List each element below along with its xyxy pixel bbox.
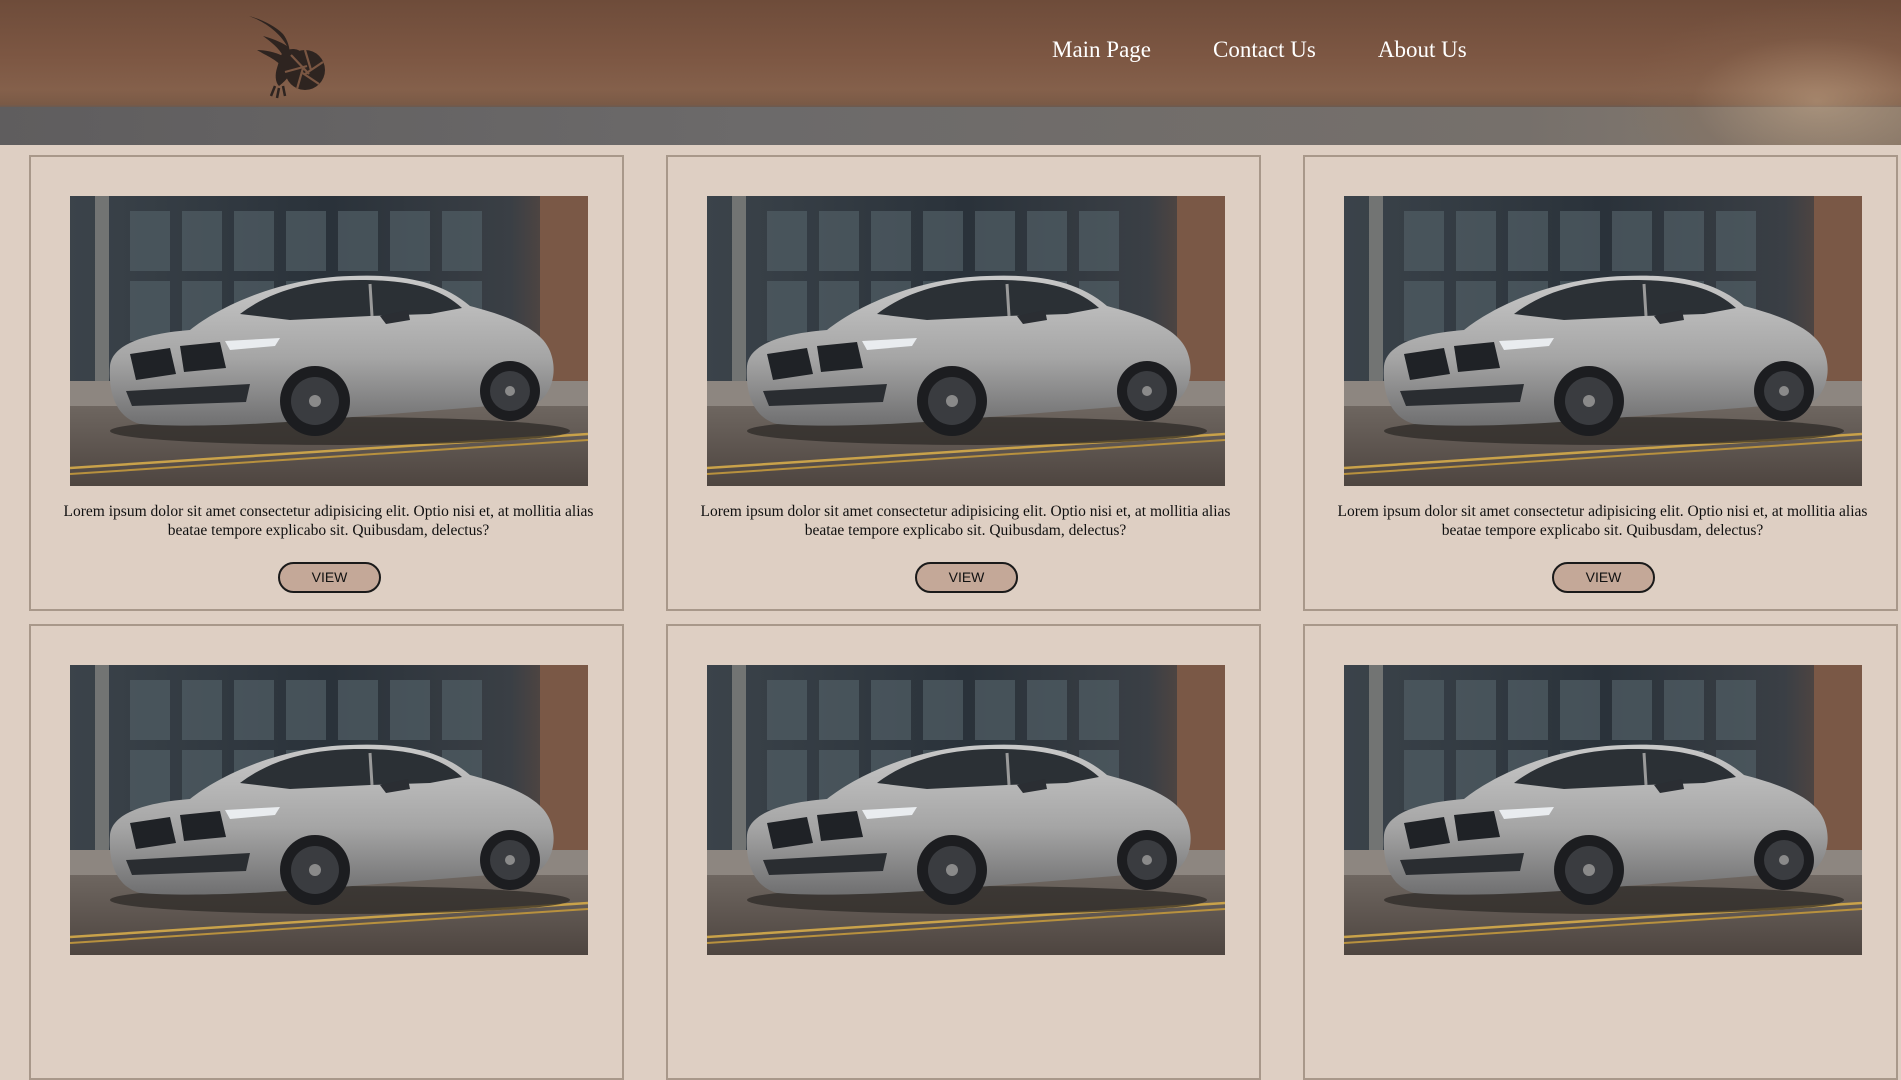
car-image[interactable] [1344, 196, 1862, 486]
card-description: Lorem ipsum dolor sit amet consectetur a… [700, 503, 1231, 539]
nav-link-about-us[interactable]: About Us [1378, 37, 1467, 63]
car-image[interactable] [1344, 665, 1862, 955]
nav-link-main-page[interactable]: Main Page [1052, 37, 1151, 63]
card-description: Lorem ipsum dolor sit amet consectetur a… [1337, 503, 1868, 539]
view-button[interactable]: VIEW [1552, 562, 1655, 593]
car-image[interactable] [707, 196, 1225, 486]
view-button[interactable]: VIEW [915, 562, 1018, 593]
site-header: Main Page Contact Us About Us [0, 0, 1901, 145]
product-card [1303, 624, 1898, 1080]
header-dust-texture [1621, 0, 1901, 145]
product-card [29, 624, 624, 1080]
nav-link-contact-us[interactable]: Contact Us [1213, 37, 1316, 63]
eagle-logo-icon[interactable] [245, 12, 330, 102]
view-button[interactable]: VIEW [278, 562, 381, 593]
header-road-band [0, 107, 1901, 145]
car-image[interactable] [707, 665, 1225, 955]
product-card: Lorem ipsum dolor sit amet consectetur a… [666, 155, 1261, 611]
car-image[interactable] [70, 196, 588, 486]
main-nav: Main Page Contact Us About Us [1052, 37, 1529, 63]
car-image[interactable] [70, 665, 588, 955]
product-card: Lorem ipsum dolor sit amet consectetur a… [29, 155, 624, 611]
product-card [666, 624, 1261, 1080]
product-card: Lorem ipsum dolor sit amet consectetur a… [1303, 155, 1898, 611]
card-description: Lorem ipsum dolor sit amet consectetur a… [63, 503, 594, 539]
